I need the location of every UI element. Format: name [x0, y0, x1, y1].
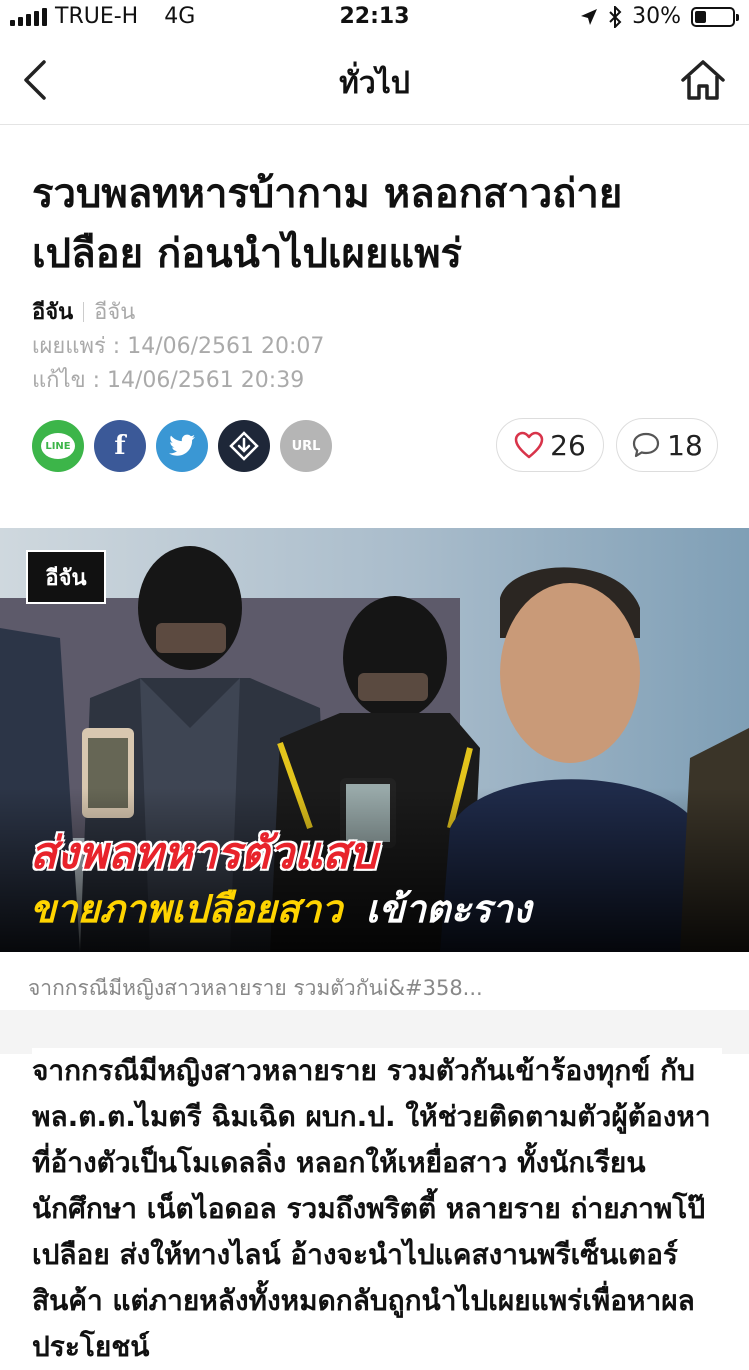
share-row: LINE f URL	[32, 420, 332, 472]
author-row: อีจัน อีจัน	[32, 294, 135, 329]
share-twitter-button[interactable]	[156, 420, 208, 472]
download-icon	[229, 431, 259, 461]
twitter-icon	[169, 434, 195, 456]
article-body: จากกรณีมีหญิงสาวหลายราย รวมตัวกันเข้าร้อ…	[32, 1048, 722, 1370]
photo-overlay-line2: ขายภาพเปลือยสาว เข้าตะราง	[30, 878, 531, 939]
bluetooth-icon	[609, 5, 622, 28]
battery-percent: 30%	[632, 4, 681, 29]
home-button[interactable]	[679, 56, 727, 104]
nav-bar: ทั่วไป	[0, 36, 749, 125]
article-headline: รวบพลทหารบ้ากาม หลอกสาวถ่ายเปลือย ก่อนนำ…	[32, 171, 623, 277]
share-download-button[interactable]	[218, 420, 270, 472]
published-date: เผยแพร่ : 14/06/2561 20:07	[32, 334, 325, 359]
author-divider	[83, 301, 85, 322]
article-photo[interactable]: อีจัน ส่งพลทหารตัวแสบ ขายภาพเปลือยสาว เข…	[0, 528, 749, 952]
comment-button[interactable]: 18	[616, 418, 718, 472]
line-icon: LINE	[41, 433, 75, 459]
comment-count: 18	[667, 428, 703, 462]
photo-logo: อีจัน	[26, 550, 106, 604]
photo-caption: จากกรณีมีหญิงสาวหลายราย รวมตัวกันi&#358.…	[28, 976, 483, 1000]
status-bar: TRUE-H 4G 22:13 30%	[0, 0, 749, 36]
url-icon: URL	[291, 438, 321, 454]
author-link[interactable]: อีจัน	[32, 294, 73, 329]
location-icon	[581, 8, 598, 25]
status-right: 30%	[580, 4, 739, 29]
author-secondary: อีจัน	[94, 300, 136, 325]
photo-overlay-line2a: ขายภาพเปลือยสาว	[30, 887, 343, 931]
photo-overlay-line2b: เข้าตะราง	[365, 887, 532, 931]
comment-icon	[633, 432, 660, 458]
photo-logo-text: อีจัน	[45, 565, 87, 591]
battery-icon	[691, 6, 739, 27]
heart-icon	[514, 431, 544, 459]
share-url-button[interactable]: URL	[280, 420, 332, 472]
edited-date: แก้ไข : 14/06/2561 20:39	[32, 368, 305, 393]
like-count: 26	[550, 428, 586, 462]
like-button[interactable]: 26	[496, 418, 604, 472]
nav-title: ทั่วไป	[339, 66, 410, 101]
facebook-icon: f	[114, 431, 126, 461]
share-line-button[interactable]: LINE	[32, 420, 84, 472]
share-facebook-button[interactable]: f	[94, 420, 146, 472]
